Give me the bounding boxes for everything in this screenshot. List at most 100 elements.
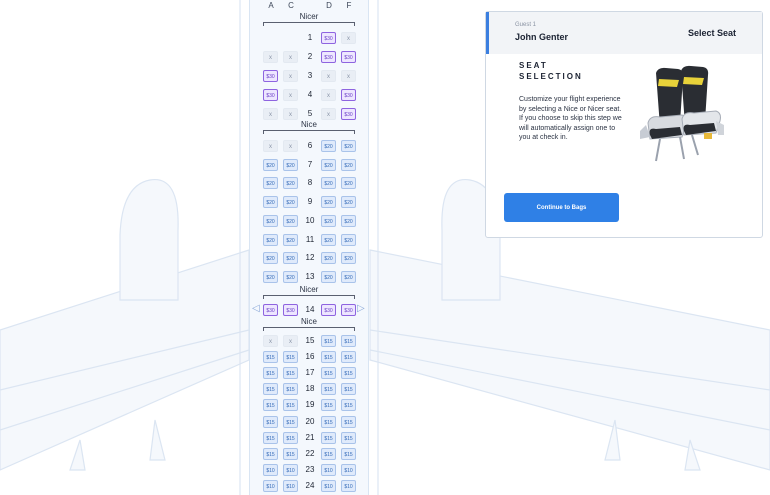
seat-nice[interactable]: $20 [263, 270, 278, 283]
seat-nice[interactable]: $10 [321, 463, 336, 476]
seat-nice[interactable]: $20 [321, 196, 336, 209]
seat-nice[interactable]: $20 [263, 214, 278, 227]
seat-nice[interactable]: $20 [263, 233, 278, 246]
seat-nicer[interactable]: $30 [263, 304, 278, 316]
seat-nice[interactable]: $15 [341, 335, 356, 347]
seat-nice[interactable]: $15 [283, 367, 298, 380]
seat-nice[interactable]: $15 [263, 351, 278, 364]
seat-nice[interactable]: $15 [283, 431, 298, 444]
seat-nice[interactable]: $15 [341, 351, 356, 364]
seat-nice[interactable]: $15 [341, 383, 356, 396]
seat-nice[interactable]: $20 [283, 196, 298, 209]
seat-nice[interactable]: $15 [283, 383, 298, 396]
row-number: 15 [305, 336, 315, 345]
seat-nice[interactable]: $20 [341, 196, 356, 209]
seat-nice[interactable]: $20 [341, 177, 356, 190]
seat-nice[interactable]: $15 [341, 367, 356, 380]
seat-nice[interactable]: $20 [263, 158, 278, 171]
seat-nicer[interactable]: $30 [341, 89, 356, 101]
seat-nice[interactable]: $20 [341, 233, 356, 246]
seat-nicer[interactable]: $30 [321, 32, 336, 44]
seat-nice[interactable]: $15 [263, 431, 278, 444]
seat-nice[interactable]: $10 [341, 463, 356, 476]
seat-nice[interactable]: $15 [283, 351, 298, 364]
seat-nice[interactable]: $20 [321, 177, 336, 190]
seat-map: A C D F Nicer 1 $30 x 2 x x $30 $30 3 $30 x x x 4 $30 x x $30 5… [249, 0, 369, 495]
exit-row-left-icon: ◁ [252, 303, 260, 314]
seat-nice[interactable]: $15 [283, 415, 298, 428]
seat-nice[interactable]: $15 [321, 431, 336, 444]
seat-nice[interactable]: $20 [263, 196, 278, 209]
seat-nicer[interactable]: $30 [263, 70, 278, 82]
section-label: Nice [300, 317, 317, 326]
continue-to-bags-button[interactable]: Continue to Bags [504, 193, 619, 222]
section-bracket [263, 130, 355, 134]
seat-nice[interactable]: $15 [321, 415, 336, 428]
seat-unavailable: x [341, 32, 356, 44]
seat-unavailable: x [283, 89, 298, 101]
seat-nice[interactable]: $15 [341, 447, 356, 460]
seat-nice[interactable]: $20 [321, 252, 336, 265]
seat-nice[interactable]: $20 [341, 214, 356, 227]
seat-nice[interactable]: $10 [341, 479, 356, 492]
seat-nicer[interactable]: $30 [321, 304, 336, 316]
seat-nice[interactable]: $10 [263, 479, 278, 492]
seat-nice[interactable]: $15 [263, 367, 278, 380]
seat-nice[interactable]: $20 [321, 158, 336, 171]
seat-nice[interactable]: $20 [341, 140, 356, 152]
seat-nice[interactable]: $15 [321, 351, 336, 364]
seat-nice[interactable]: $10 [283, 479, 298, 492]
seat-nice[interactable]: $20 [321, 233, 336, 246]
seat-nice[interactable]: $15 [321, 383, 336, 396]
seat-nice[interactable]: $15 [341, 415, 356, 428]
seat-nice[interactable]: $20 [321, 214, 336, 227]
seat-unavailable: x [283, 140, 298, 152]
row-number: 10 [305, 215, 315, 225]
row-number: 22 [305, 448, 315, 458]
seat-nice[interactable]: $15 [341, 431, 356, 444]
seat-nice[interactable]: $20 [341, 252, 356, 265]
seat-nice[interactable]: $20 [283, 233, 298, 246]
seat-nice[interactable]: $10 [263, 463, 278, 476]
seat-unavailable: x [283, 70, 298, 82]
seat-nice[interactable]: $20 [283, 214, 298, 227]
seat-nice[interactable]: $20 [341, 158, 356, 171]
seat-unavailable: x [341, 70, 356, 82]
seat-nice[interactable]: $20 [283, 177, 298, 190]
seat-nice[interactable]: $15 [263, 383, 278, 396]
seat-nice[interactable]: $15 [283, 399, 298, 412]
seat-nice[interactable]: $20 [283, 252, 298, 265]
seat-nice[interactable]: $10 [283, 463, 298, 476]
seat-nice[interactable]: $15 [263, 415, 278, 428]
seat-unavailable: x [321, 89, 336, 101]
seat-nice[interactable]: $20 [263, 177, 278, 190]
seat-nice[interactable]: $20 [283, 158, 298, 171]
seat-nicer[interactable]: $30 [341, 108, 356, 120]
section-label: Nicer [299, 285, 319, 294]
seat-nice[interactable]: $20 [321, 270, 336, 283]
seat-unavailable: x [263, 140, 278, 152]
seat-nice[interactable]: $10 [321, 479, 336, 492]
seat-nicer[interactable]: $30 [283, 304, 298, 316]
seat-nicer[interactable]: $30 [341, 304, 356, 316]
select-seat-title: Select Seat [687, 28, 736, 38]
seat-nice[interactable]: $20 [263, 252, 278, 265]
seat-nice[interactable]: $15 [321, 399, 336, 412]
seat-nice[interactable]: $15 [283, 447, 298, 460]
row-number: 23 [305, 464, 315, 474]
row-number: 16 [305, 352, 315, 362]
seat-nice[interactable]: $20 [321, 140, 336, 152]
seat-nice[interactable]: $20 [341, 270, 356, 283]
seat-nicer[interactable]: $30 [263, 89, 278, 101]
seat-nicer[interactable]: $30 [341, 51, 356, 63]
seat-nice[interactable]: $15 [321, 335, 336, 347]
seat-nice[interactable]: $15 [263, 399, 278, 412]
row-number: 5 [307, 109, 313, 118]
seat-nice[interactable]: $15 [341, 399, 356, 412]
airplane-seat-icon [640, 65, 724, 162]
seat-nice[interactable]: $15 [321, 367, 336, 380]
seat-nicer[interactable]: $30 [321, 51, 336, 63]
seat-nice[interactable]: $20 [283, 270, 298, 283]
seat-nice[interactable]: $15 [263, 447, 278, 460]
seat-nice[interactable]: $15 [321, 447, 336, 460]
